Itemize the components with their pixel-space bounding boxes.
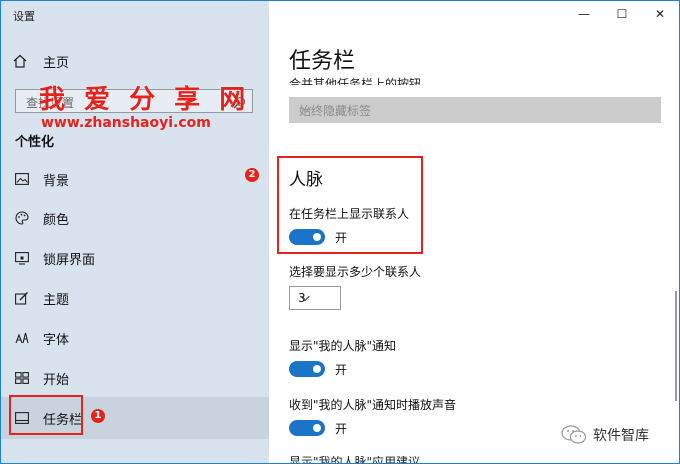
toggle-knob: [313, 424, 321, 432]
notify-toggle[interactable]: [289, 361, 325, 377]
show-contacts-label: 在任务栏上显示联系人: [289, 207, 410, 221]
sidebar-item-label: 主题: [43, 292, 70, 308]
sidebar-item-home[interactable]: 主页: [13, 51, 69, 71]
minimize-button[interactable]: —: [565, 1, 603, 27]
sidebar-item-background[interactable]: 背景: [13, 169, 69, 189]
combine-buttons-dropdown[interactable]: 始终隐藏标签: [289, 97, 661, 123]
theme-icon: [13, 291, 31, 305]
scrollbar[interactable]: [675, 291, 677, 401]
contacts-count-select[interactable]: 3: [289, 286, 341, 310]
sidebar-item-label: 字体: [43, 332, 70, 348]
step-badge-1: 1: [91, 409, 105, 423]
notify-state: 开: [335, 363, 348, 377]
sidebar-item-fonts[interactable]: 字体: [13, 328, 69, 348]
minimize-icon: —: [578, 7, 590, 21]
sidebar-item-label: 开始: [43, 372, 70, 388]
sidebar-item-colors[interactable]: 颜色: [13, 208, 69, 228]
sidebar-item-label: 背景: [43, 173, 70, 189]
settings-window: 设置 主页 查找设置 我 爱 分 享 网 www.zhanshaoyi.com …: [0, 0, 680, 464]
combine-buttons-label: 合并其他任务栏上的按钮: [289, 77, 422, 85]
page-title: 任务栏: [289, 49, 356, 74]
maximize-button[interactable]: ☐: [603, 1, 641, 27]
suggestions-label: 显示"我的人脉"应用建议: [289, 456, 421, 464]
people-heading: 人脉: [289, 170, 323, 190]
font-icon: [13, 332, 31, 344]
sound-toggle[interactable]: [289, 420, 325, 436]
footer-watermark: 软件智库: [561, 425, 649, 445]
sidebar-item-label: 锁屏界面: [43, 252, 96, 268]
wechat-icon: [561, 425, 587, 445]
close-icon: ✕: [654, 7, 666, 21]
show-contacts-toggle[interactable]: [289, 229, 325, 245]
step-badge-2: 2: [245, 168, 259, 182]
image-icon: [13, 173, 31, 185]
app-title: 设置: [13, 10, 35, 23]
maximize-icon: ☐: [616, 7, 628, 21]
watermark-title: 我 爱 分 享 网: [39, 85, 251, 115]
sidebar-item-lock-screen[interactable]: 锁屏界面: [13, 248, 95, 268]
sidebar-item-label: 颜色: [43, 212, 70, 228]
sidebar-item-themes[interactable]: 主题: [13, 288, 69, 308]
contacts-count-label: 选择要显示多少个联系人: [289, 265, 422, 279]
start-icon: [13, 372, 31, 384]
lock-screen-icon: [13, 251, 31, 265]
sidebar-item-start[interactable]: 开始: [13, 368, 69, 388]
sidebar-item-label: 主页: [43, 55, 70, 71]
notify-label: 显示"我的人脉"通知: [289, 339, 397, 353]
sound-label: 收到"我的人脉"通知时播放声音: [289, 398, 457, 412]
toggle-knob: [313, 365, 321, 373]
window-controls: — ☐ ✕: [565, 1, 679, 27]
watermark-url: www.zhanshaoyi.com: [41, 115, 211, 131]
footer-watermark-text: 软件智库: [593, 428, 649, 444]
sidebar: 设置 主页 查找设置 我 爱 分 享 网 www.zhanshaoyi.com …: [1, 1, 269, 463]
sound-state: 开: [335, 422, 348, 436]
content-pane: — ☐ ✕ 任务栏 合并其他任务栏上的按钮 始终隐藏标签 人脉 在任务栏上显示联…: [269, 1, 679, 463]
toggle-knob: [313, 233, 321, 241]
chevron-down-icon: [299, 102, 655, 119]
section-heading: 个性化: [15, 135, 55, 150]
palette-icon: [13, 211, 31, 225]
highlight-box-taskbar: [9, 395, 83, 435]
show-contacts-state: 开: [335, 231, 348, 245]
chevron-down-icon: [298, 291, 336, 308]
home-icon: [13, 54, 31, 68]
close-button[interactable]: ✕: [641, 1, 679, 27]
